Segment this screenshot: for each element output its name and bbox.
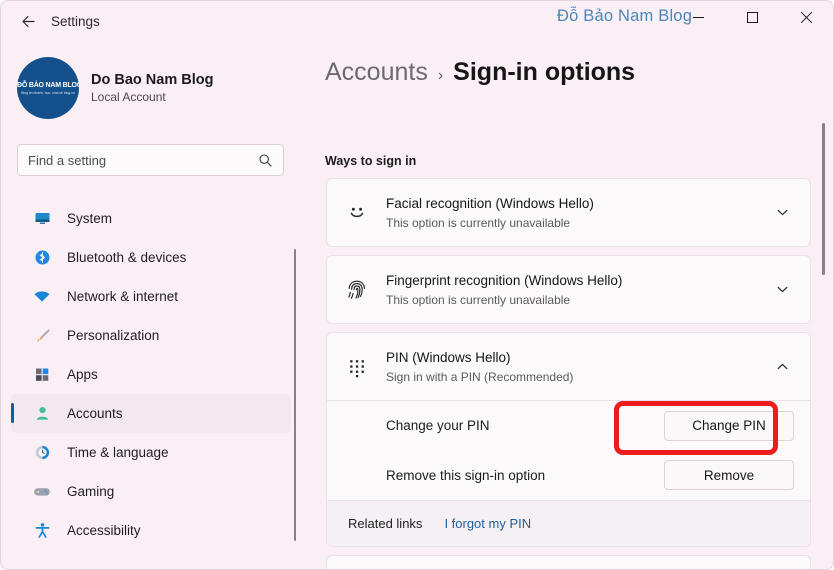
sidebar-item-label: Accounts bbox=[67, 406, 123, 421]
sidebar-item-gaming[interactable]: Gaming bbox=[11, 472, 291, 511]
card-pin: PIN (Windows Hello) Sign in with a PIN (… bbox=[326, 332, 811, 547]
chevron-up-icon[interactable] bbox=[768, 353, 796, 381]
sidebar-item-system[interactable]: System bbox=[11, 199, 291, 238]
breadcrumb-parent[interactable]: Accounts bbox=[325, 58, 428, 87]
remove-button[interactable]: Remove bbox=[664, 460, 794, 490]
watermark-top: Đỗ Bảo Nam Blog bbox=[557, 7, 693, 25]
card-fingerprint-recognition: Fingerprint recognition (Windows Hello) … bbox=[326, 255, 811, 324]
minimize-button[interactable] bbox=[675, 1, 721, 33]
breadcrumb-separator-icon: › bbox=[437, 67, 444, 84]
wifi-icon bbox=[31, 287, 53, 307]
card-title: Fingerprint recognition (Windows Hello) bbox=[386, 273, 623, 288]
main-content: Accounts › Sign-in options Ways to sign … bbox=[311, 41, 833, 569]
row-change-pin: Change your PIN Change PIN bbox=[327, 400, 810, 450]
related-links-row: Related links I forgot my PIN bbox=[327, 500, 810, 546]
settings-window: Settings Đỗ Bảo Nam Blog ĐỖ BẢO NAM BLOG… bbox=[0, 0, 834, 570]
window-title: Settings bbox=[51, 13, 100, 29]
sidebar: ĐỖ BẢO NAM BLOG Blog tin nhanh, học, chi… bbox=[1, 41, 311, 569]
monitor-icon bbox=[31, 209, 53, 229]
sidebar-item-label: Apps bbox=[67, 367, 98, 382]
close-icon bbox=[800, 11, 813, 24]
card-subtitle: This option is currently unavailable bbox=[386, 293, 571, 307]
row-label: Change your PIN bbox=[386, 418, 490, 433]
card-facial-recognition: Facial recognition (Windows Hello) This … bbox=[326, 178, 811, 247]
card-title: PIN (Windows Hello) bbox=[386, 350, 511, 365]
related-links-label: Related links bbox=[348, 516, 423, 531]
forgot-pin-link[interactable]: I forgot my PIN bbox=[444, 516, 531, 531]
section-label: Ways to sign in bbox=[325, 154, 417, 168]
maximize-button[interactable] bbox=[729, 1, 775, 33]
pin-keypad-icon bbox=[340, 350, 374, 384]
back-arrow-icon bbox=[21, 15, 35, 27]
sidebar-item-accounts[interactable]: Accounts bbox=[11, 394, 291, 433]
fingerprint-icon bbox=[340, 273, 374, 307]
sidebar-item-accessibility[interactable]: Accessibility bbox=[11, 511, 291, 550]
sidebar-nav: System Bluetooth & devices Network & int… bbox=[11, 199, 291, 550]
row-label: Remove this sign-in option bbox=[386, 467, 546, 483]
avatar-line1: ĐỖ BẢO NAM BLOG bbox=[17, 82, 79, 89]
minimize-icon bbox=[692, 16, 704, 18]
apps-grid-icon bbox=[31, 365, 53, 385]
search-input[interactable] bbox=[28, 152, 258, 168]
sidebar-item-personalization[interactable]: Personalization bbox=[11, 316, 291, 355]
avatar-line2: Blog tin nhanh, học, chia sẻ blog.vn bbox=[21, 91, 75, 95]
sidebar-item-apps[interactable]: Apps bbox=[11, 355, 291, 394]
breadcrumb: Accounts › Sign-in options bbox=[325, 58, 635, 87]
paintbrush-icon bbox=[31, 326, 53, 346]
sidebar-item-bluetooth-devices[interactable]: Bluetooth & devices bbox=[11, 238, 291, 277]
search-box[interactable] bbox=[17, 144, 284, 176]
sidebar-item-label: Gaming bbox=[67, 484, 115, 499]
card-text: Facial recognition (Windows Hello) This … bbox=[386, 195, 768, 230]
sidebar-item-label: Time & language bbox=[67, 445, 169, 460]
card-security-key: Security key Sign in with a physical sec… bbox=[326, 555, 811, 569]
profile-name: Do Bao Nam Blog bbox=[91, 72, 214, 88]
sidebar-item-label: Personalization bbox=[67, 328, 160, 343]
back-button[interactable] bbox=[13, 6, 43, 36]
clock-icon bbox=[31, 443, 53, 463]
sidebar-item-label: Bluetooth & devices bbox=[67, 250, 187, 265]
chevron-down-icon[interactable] bbox=[768, 276, 796, 304]
sidebar-item-network-internet[interactable]: Network & internet bbox=[11, 277, 291, 316]
smiley-face-icon bbox=[340, 196, 374, 230]
profile-section[interactable]: ĐỖ BẢO NAM BLOG Blog tin nhanh, học, chi… bbox=[1, 41, 311, 119]
card-text: Fingerprint recognition (Windows Hello) … bbox=[386, 272, 768, 307]
gamepad-icon bbox=[31, 482, 53, 502]
main-scrollbar[interactable] bbox=[822, 123, 825, 275]
change-pin-button[interactable]: Change PIN bbox=[664, 410, 794, 441]
card-header[interactable]: PIN (Windows Hello) Sign in with a PIN (… bbox=[327, 333, 810, 400]
close-button[interactable] bbox=[783, 1, 829, 33]
avatar: ĐỖ BẢO NAM BLOG Blog tin nhanh, học, chi… bbox=[17, 57, 79, 119]
page-title: Sign-in options bbox=[453, 58, 636, 86]
card-header[interactable]: Facial recognition (Windows Hello) This … bbox=[327, 179, 810, 246]
profile-text: Do Bao Nam Blog Local Account bbox=[91, 72, 213, 104]
sidebar-item-label: Network & internet bbox=[67, 289, 179, 304]
accessibility-icon bbox=[31, 521, 53, 541]
card-header[interactable]: Fingerprint recognition (Windows Hello) … bbox=[327, 256, 810, 323]
person-icon bbox=[31, 404, 53, 424]
profile-account-type: Local Account bbox=[91, 90, 166, 104]
card-title: Facial recognition (Windows Hello) bbox=[386, 196, 594, 211]
card-text: PIN (Windows Hello) Sign in with a PIN (… bbox=[386, 349, 768, 384]
signin-options-list: Facial recognition (Windows Hello) This … bbox=[326, 178, 811, 569]
sidebar-item-label: Accessibility bbox=[67, 523, 141, 538]
chevron-down-icon[interactable] bbox=[768, 199, 796, 227]
maximize-icon bbox=[746, 11, 758, 23]
sidebar-item-label: System bbox=[67, 211, 113, 226]
card-subtitle: Sign in with a PIN (Recommended) bbox=[386, 370, 574, 384]
row-remove-signin-option: Remove this sign-in option Remove bbox=[327, 450, 810, 500]
bluetooth-icon bbox=[31, 248, 53, 268]
title-bar: Settings Đỗ Bảo Nam Blog bbox=[1, 1, 833, 41]
sidebar-item-time-language[interactable]: Time & language bbox=[11, 433, 291, 472]
card-subtitle: This option is currently unavailable bbox=[386, 216, 571, 230]
sidebar-scrollbar[interactable] bbox=[294, 249, 296, 541]
search-icon[interactable] bbox=[258, 153, 273, 168]
card-header[interactable]: Security key Sign in with a physical sec… bbox=[327, 556, 810, 569]
